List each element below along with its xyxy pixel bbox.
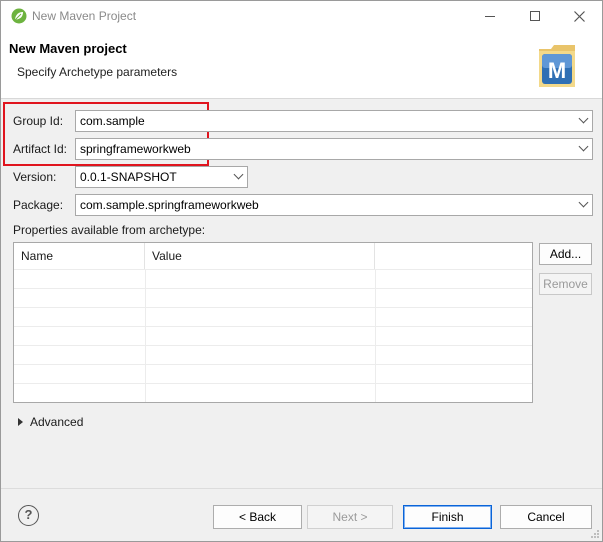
wizard-page-title: New Maven project <box>9 41 127 56</box>
table-row[interactable] <box>14 307 532 326</box>
minimize-button[interactable] <box>467 1 512 31</box>
advanced-label: Advanced <box>30 415 84 429</box>
table-row[interactable] <box>14 383 532 402</box>
group-id-label: Group Id: <box>13 114 64 128</box>
artifact-id-combo[interactable]: springframeworkweb <box>75 138 593 160</box>
version-label: Version: <box>13 170 57 184</box>
artifact-id-label: Artifact Id: <box>13 142 68 156</box>
table-row[interactable] <box>14 288 532 307</box>
minimize-icon <box>484 15 495 17</box>
group-id-value: com.sample <box>80 114 145 128</box>
spring-leaf-icon <box>11 8 27 24</box>
close-button[interactable] <box>557 1 602 31</box>
expand-triangle-icon <box>18 418 23 426</box>
add-property-button[interactable]: Add... <box>539 243 592 265</box>
title-bar: New Maven Project <box>1 1 602 31</box>
properties-table-header: Name Value <box>14 243 532 269</box>
package-value: com.sample.springframeworkweb <box>80 198 259 212</box>
version-combo[interactable]: 0.0.1-SNAPSHOT <box>75 166 248 188</box>
finish-button[interactable]: Finish <box>403 505 492 529</box>
maximize-button[interactable] <box>512 1 557 31</box>
footer-divider <box>1 488 602 489</box>
table-row[interactable] <box>14 326 532 345</box>
cancel-button[interactable]: Cancel <box>500 505 592 529</box>
maven-logo-icon: M <box>539 45 575 87</box>
resize-grip-icon[interactable] <box>590 529 600 539</box>
help-icon[interactable]: ? <box>18 505 39 526</box>
close-icon <box>574 10 585 22</box>
window-title: New Maven Project <box>32 9 137 23</box>
properties-table[interactable]: Name Value <box>13 242 533 403</box>
remove-property-button[interactable]: Remove <box>539 273 592 295</box>
version-value: 0.0.1-SNAPSHOT <box>80 170 177 184</box>
chevron-down-icon[interactable] <box>578 197 589 208</box>
package-label: Package: <box>13 198 64 212</box>
table-row[interactable] <box>14 345 532 364</box>
chevron-down-icon[interactable] <box>578 141 589 152</box>
table-row[interactable] <box>14 364 532 383</box>
wizard-page-description: Specify Archetype parameters <box>17 65 178 79</box>
package-combo[interactable]: com.sample.springframeworkweb <box>75 194 593 216</box>
properties-label: Properties available from archetype: <box>13 223 206 237</box>
group-id-combo[interactable]: com.sample <box>75 110 593 132</box>
advanced-section-toggle[interactable]: Advanced <box>16 415 83 429</box>
maximize-icon <box>529 11 540 21</box>
back-button[interactable]: < Back <box>213 505 302 529</box>
table-row[interactable] <box>14 269 532 288</box>
chevron-down-icon[interactable] <box>578 113 589 124</box>
chevron-down-icon[interactable] <box>233 169 244 180</box>
column-header-extra[interactable] <box>375 243 532 269</box>
column-header-name[interactable]: Name <box>14 243 145 269</box>
column-header-value[interactable]: Value <box>145 243 375 269</box>
artifact-id-value: springframeworkweb <box>80 142 191 156</box>
wizard-header: New Maven project Specify Archetype para… <box>1 31 602 99</box>
next-button[interactable]: Next > <box>307 505 393 529</box>
maven-logo-letter: M <box>548 58 566 83</box>
maven-project-dialog: New Maven Project New Maven project Spec… <box>0 0 603 542</box>
